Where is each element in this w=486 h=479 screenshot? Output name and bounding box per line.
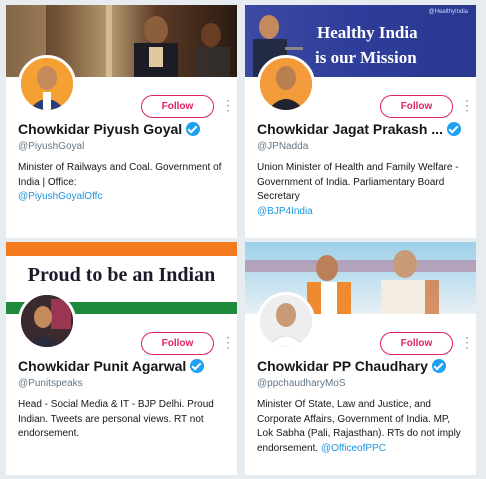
user-handle[interactable]: @Punitspeaks [18, 378, 83, 389]
more-options-icon[interactable]: ⋮ [460, 332, 474, 352]
more-options-icon[interactable]: ⋮ [221, 95, 235, 115]
profile-card-jp-nadda[interactable]: @HealthyIndia Healthy India is our Missi… [245, 5, 476, 238]
display-name[interactable]: Chowkidar Punit Agarwal [18, 358, 186, 374]
user-handle[interactable]: @ppchaudharyMoS [257, 378, 346, 389]
avatar-image [260, 295, 312, 347]
banner-headline-1: Healthy India [317, 23, 418, 42]
profile-card-punit-agarwal[interactable]: Proud to be an Indian Follow ⋮ Chowkidar… [6, 242, 237, 475]
name-row: Chowkidar Punit Agarwal [18, 358, 231, 374]
user-handle[interactable]: @JPNadda [257, 141, 308, 152]
user-handle[interactable]: @PiyushGoyal [18, 141, 84, 152]
bio-text: Union Minister of Health and Family Welf… [257, 162, 459, 202]
more-options-icon[interactable]: ⋮ [460, 95, 474, 115]
follow-button[interactable]: Follow [141, 332, 214, 355]
profile-card-piyush-goyal[interactable]: Follow ⋮ Chowkidar Piyush Goyal @PiyushG… [6, 5, 237, 238]
bio-link[interactable]: @BJP4India [257, 206, 313, 217]
profile-bio: Head - Social Media & IT - BJP Delhi. Pr… [18, 398, 229, 442]
bio-link[interactable]: @OfficeofPPC [321, 443, 386, 454]
verified-badge-icon [186, 122, 201, 136]
banner-tag: @HealthyIndia [428, 9, 468, 15]
display-name[interactable]: Chowkidar PP Chaudhary [257, 358, 428, 374]
avatar-image [21, 58, 73, 110]
follow-button[interactable]: Follow [380, 332, 453, 355]
verified-badge-icon [190, 359, 205, 373]
banner-headline-2: is our Mission [315, 48, 417, 67]
profile-bio: Minister of Railways and Coal. Governmen… [18, 161, 229, 205]
display-name[interactable]: Chowkidar Piyush Goyal [18, 121, 182, 137]
more-options-icon[interactable]: ⋮ [221, 332, 235, 352]
banner-headline: Proud to be an Indian [27, 264, 216, 286]
profile-bio: Minister Of State, Law and Justice, and … [257, 398, 468, 456]
avatar[interactable] [18, 292, 76, 350]
avatar[interactable] [257, 292, 315, 350]
avatar[interactable] [257, 55, 315, 113]
bio-link[interactable]: @PiyushGoyalOffc [18, 191, 102, 202]
avatar-image [260, 58, 312, 110]
name-row: Chowkidar Piyush Goyal [18, 121, 231, 137]
bio-text: Minister of Railways and Coal. Governmen… [18, 162, 222, 188]
profile-card-pp-chaudhary[interactable]: Follow ⋮ Chowkidar PP Chaudhary @ppchaud… [245, 242, 476, 475]
display-name[interactable]: Chowkidar Jagat Prakash ... [257, 121, 443, 137]
avatar[interactable] [18, 55, 76, 113]
banner-saffron-stripe [6, 242, 237, 256]
follow-button[interactable]: Follow [380, 95, 453, 118]
verified-badge-icon [446, 122, 461, 136]
avatar-image [21, 295, 73, 347]
follow-button[interactable]: Follow [141, 95, 214, 118]
bio-text: Head - Social Media & IT - BJP Delhi. Pr… [18, 399, 214, 439]
verified-badge-icon [431, 359, 446, 373]
name-row: Chowkidar Jagat Prakash ... [257, 121, 470, 137]
profile-bio: Union Minister of Health and Family Welf… [257, 161, 468, 219]
name-row: Chowkidar PP Chaudhary [257, 358, 470, 374]
